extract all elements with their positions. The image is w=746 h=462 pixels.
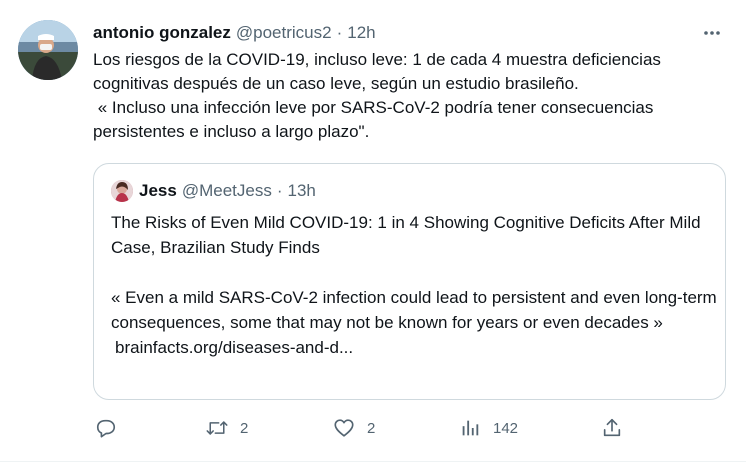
tweet-text-quote: « Incluso una infección leve por SARS-Co…	[93, 98, 659, 141]
share-button[interactable]	[601, 413, 623, 443]
avatar[interactable]	[18, 20, 78, 80]
action-bar: 2 2 142	[93, 413, 633, 443]
quoted-title: The Risks of Even Mild COVID-19: 1 in 4 …	[111, 213, 701, 257]
retweet-icon	[206, 417, 228, 439]
like-button[interactable]: 2	[333, 413, 375, 443]
reply-button[interactable]	[95, 413, 129, 443]
tweet[interactable]: antonio gonzalez @poetricus2 · 12h Los r…	[0, 0, 746, 462]
heart-icon	[333, 417, 355, 439]
quoted-timestamp[interactable]: 13h	[288, 181, 316, 201]
separator-dot: ·	[276, 181, 283, 200]
tweet-text-paragraph: Los riesgos de la COVID-19, incluso leve…	[93, 50, 661, 93]
quoted-display-name[interactable]: Jess	[139, 181, 177, 201]
quoted-link[interactable]: brainfacts.org/diseases-and-d...	[111, 335, 721, 360]
retweet-count: 2	[240, 419, 249, 437]
tweet-header: antonio gonzalez @poetricus2 · 12h	[93, 21, 726, 45]
quoted-avatar[interactable]	[111, 180, 133, 202]
views-count: 142	[493, 419, 519, 437]
timestamp[interactable]: 12h	[347, 23, 375, 43]
user-handle[interactable]: @poetricus2	[236, 23, 332, 43]
like-count: 2	[367, 419, 376, 437]
tweet-text: Los riesgos de la COVID-19, incluso leve…	[93, 48, 733, 144]
quoted-user-handle[interactable]: @MeetJess	[182, 181, 272, 201]
display-name[interactable]: antonio gonzalez	[93, 23, 231, 43]
retweet-button[interactable]: 2	[206, 413, 248, 443]
views-button[interactable]: 142	[459, 413, 518, 443]
quoted-tweet[interactable]: Jess @MeetJess · 13h The Risks of Even M…	[93, 163, 726, 400]
quoted-tweet-text: The Risks of Even Mild COVID-19: 1 in 4 …	[111, 210, 721, 360]
quoted-excerpt: « Even a mild SARS-CoV-2 infection could…	[111, 288, 717, 332]
views-icon	[459, 417, 481, 439]
avatar-photo	[18, 20, 78, 80]
separator-dot: ·	[336, 23, 343, 42]
share-icon	[601, 417, 623, 439]
more-horizontal-icon[interactable]	[698, 21, 726, 45]
reply-icon	[95, 417, 117, 439]
quoted-tweet-header: Jess @MeetJess · 13h	[111, 180, 316, 202]
